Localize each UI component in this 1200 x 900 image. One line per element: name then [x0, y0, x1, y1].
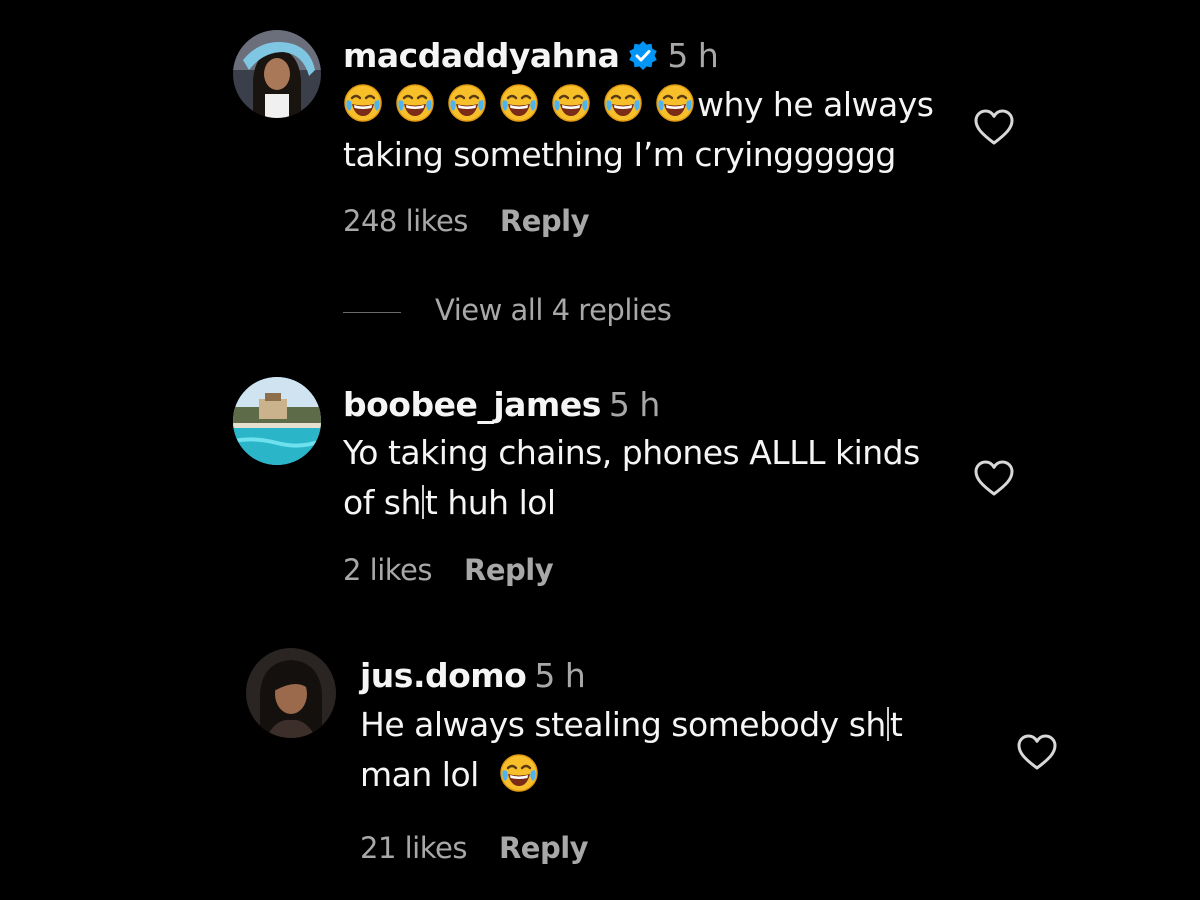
verified-badge-icon: [627, 40, 659, 81]
comment-header: jus.domo 5 h: [360, 656, 586, 696]
comment-meta: 2 likes Reply: [343, 552, 554, 588]
comment-text-line1: Yo taking chains, phones ALLL kinds: [343, 433, 920, 472]
comment-meta: 21 likes Reply: [360, 830, 589, 866]
face-with-tears-of-joy-icon: [447, 83, 487, 123]
text-cursor: [886, 707, 889, 741]
username[interactable]: jus.domo: [360, 656, 527, 695]
like-heart-icon[interactable]: [1015, 731, 1059, 775]
face-with-tears-of-joy-icon: [395, 83, 435, 123]
avatar[interactable]: [233, 377, 321, 465]
reply-button[interactable]: Reply: [500, 204, 590, 238]
comment-text-line2b: t huh lol: [424, 483, 556, 522]
text-cursor: [421, 485, 424, 519]
face-with-tears-of-joy-icon: [499, 753, 539, 793]
comment-text-line2: man lol: [360, 755, 479, 794]
likes-count[interactable]: 21 likes: [360, 831, 467, 865]
avatar[interactable]: [233, 30, 321, 118]
comment-text: why he always taking something I’m cryin…: [343, 80, 934, 180]
comment-text-line1b: t: [889, 705, 903, 744]
comment-text-line1a: He always stealing somebody sh: [360, 705, 886, 744]
like-heart-icon[interactable]: [972, 106, 1016, 150]
comment-text-line1: why he always: [697, 85, 934, 124]
likes-count[interactable]: 2 likes: [343, 553, 433, 587]
face-with-tears-of-joy-icon: [603, 83, 643, 123]
timestamp: 5 h: [608, 385, 660, 424]
face-with-tears-of-joy-icon: [655, 83, 695, 123]
face-with-tears-of-joy-icon: [499, 83, 539, 123]
comment-text: He always stealing somebody sh t man lol: [360, 700, 903, 800]
face-with-tears-of-joy-icon: [551, 83, 591, 123]
view-replies-button[interactable]: View all 4 replies: [343, 292, 672, 328]
comment-text: Yo taking chains, phones ALLL kinds of s…: [343, 428, 920, 528]
like-heart-icon[interactable]: [972, 457, 1016, 501]
avatar[interactable]: [246, 648, 336, 738]
timestamp: 5 h: [534, 656, 586, 695]
view-replies-label[interactable]: View all 4 replies: [435, 293, 672, 327]
comment-header: macdaddyahna 5 h: [343, 36, 719, 81]
reply-button[interactable]: Reply: [499, 831, 589, 865]
comment-text-line2a: of sh: [343, 483, 421, 522]
username[interactable]: boobee_james: [343, 385, 601, 424]
comment-header: boobee_james 5 h: [343, 385, 660, 425]
emoji-row: [343, 85, 697, 124]
comment-text-line2: taking something I’m cryingggggg: [343, 135, 896, 174]
username[interactable]: macdaddyahna: [343, 36, 620, 75]
divider-line: [343, 311, 401, 313]
face-with-tears-of-joy-icon: [343, 83, 383, 123]
timestamp: 5 h: [667, 36, 719, 75]
comment-meta: 248 likes Reply: [343, 203, 590, 239]
reply-button[interactable]: Reply: [464, 553, 554, 587]
likes-count[interactable]: 248 likes: [343, 204, 468, 238]
